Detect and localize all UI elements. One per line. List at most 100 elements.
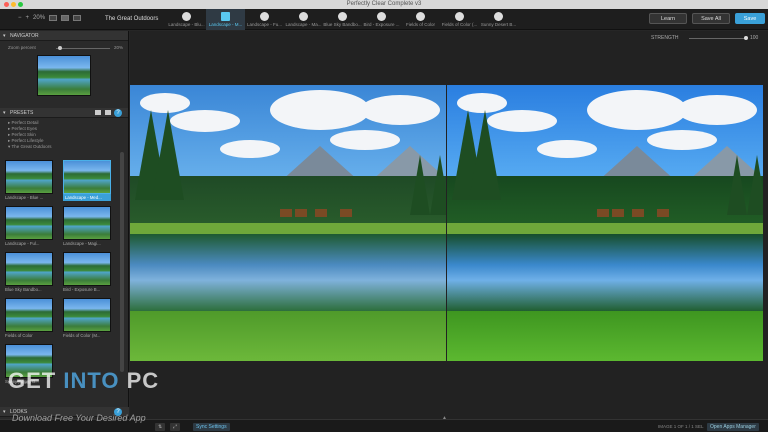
preset-folder-item[interactable]: ▾ The Great Outdoors [0,144,128,150]
presets-scrollbar[interactable] [120,152,124,372]
close-window-button[interactable] [4,2,9,7]
preset-thumbnail[interactable]: Landscape - Ful... [5,206,53,247]
preset-thumbnail[interactable]: Landscape - Magi... [63,206,111,247]
presets-title: PRESETS [10,110,34,116]
landscape-icon [260,12,269,21]
preset-strip: Landscape - Blu... Landscape - M... Landsc… [167,9,640,30]
chat-icon [338,12,347,21]
save-button[interactable]: Save [735,13,765,24]
minimize-window-button[interactable] [11,2,16,7]
strength-value: 100 [750,35,759,41]
image-count: IMAGE 1 OF 1 / 1 SEL [658,424,704,429]
preset-tab-label: Blue Sky Bandbo... [323,22,362,27]
presets-header[interactable]: PRESETS ? [0,108,128,118]
single-view-button[interactable] [49,15,58,21]
zoom-percent-value: 20% [114,45,124,50]
help-icon[interactable]: ? [114,109,122,117]
preset-thumbnail-image [5,160,53,194]
watermark-tagline: Download Free Your Desired App [12,413,146,423]
navigator-thumbnail[interactable] [37,55,91,96]
pine-tree [727,155,747,215]
zoom-slider-knob[interactable] [58,46,62,50]
sync-settings-button[interactable]: Sync Settings [193,423,230,431]
city-icon [416,12,425,21]
before-image[interactable] [130,85,446,361]
leaf-icon [377,12,386,21]
grass [130,311,446,361]
zoom-percent-label: Zoom percent [8,45,36,50]
share-icon[interactable]: ⤢ [170,423,181,431]
sync-icon[interactable]: ⇅ [155,423,166,431]
preset-tab-3[interactable]: Landscape - Ma... [284,9,323,30]
cloud [677,95,757,125]
tree-item-label: Perfect Detail [11,120,39,125]
preset-tab-7[interactable]: Fields of Color (... [440,9,479,30]
save-all-button[interactable]: Save All [692,13,730,24]
preset-tab-label: Landscape - Ma... [285,22,322,27]
folder-title: The Great Outdoors [105,16,159,22]
preset-thumbnail[interactable]: Bird - Exposure B... [63,252,111,293]
preset-tab-label: Landscape - Blu... [168,22,205,27]
learn-button[interactable]: Learn [649,13,687,24]
preset-tab-6[interactable]: Fields of Color [401,9,440,30]
preset-thumbnail[interactable]: Landscape - Med... [63,160,111,201]
navigator-header[interactable]: NAVIGATOR [0,31,128,41]
cabin [280,209,292,218]
cloud [537,140,597,158]
preset-thumbnail-label: Landscape - Med... [63,194,111,201]
side-by-side-view-button[interactable] [73,15,82,21]
cloud [587,90,687,130]
preset-thumbnail-label: Fields of Color [5,333,33,338]
strength-label: STRENGTH [651,35,679,41]
list-view-icon[interactable] [105,110,111,115]
preset-thumbnail-image [63,252,111,286]
preset-tab-label: Fields of Color (... [441,22,478,27]
window-titlebar: Perfectly Clear Complete v3 [0,0,768,9]
strength-slider[interactable] [689,38,746,39]
open-apps-manager-button[interactable]: Open Apps Manager [707,423,759,431]
zoom-value: 20% [33,15,46,21]
preset-tab-1[interactable]: Landscape - M... [206,9,245,30]
preset-tab-label: Bird - Exposure ... [363,22,400,27]
watermark-logo: GET INTO PC [8,368,159,394]
tree-item-label: Perfect Skin [11,132,36,137]
cloud [360,95,440,125]
strength-slider-knob[interactable] [744,36,748,40]
preset-tab-8[interactable]: Sunny Desert B... [479,9,518,30]
pine-tree [430,155,446,215]
cabin [315,209,327,218]
preset-thumbnail[interactable]: Fields of Color [5,298,53,339]
preset-thumbnail[interactable]: Fields of Color (M... [63,298,111,339]
preset-thumbnail-image [63,206,111,240]
folder-icon[interactable] [95,110,101,115]
maximize-window-button[interactable] [18,2,23,7]
preset-tab-0[interactable]: Landscape - Blu... [167,9,206,30]
cabin [612,209,624,218]
pine-tree [747,155,763,215]
cloud [220,140,280,158]
tree-item-label: The Great Outdoors [11,144,52,149]
preset-tab-4[interactable]: Blue Sky Bandbo... [323,9,362,30]
pine-tree [152,110,184,200]
after-image[interactable] [447,85,763,361]
preset-tree: ▸ Perfect Detail ▸ Perfect Eyes ▸ Perfect … [0,118,128,150]
preset-thumbnail-image [5,252,53,286]
preset-thumbnail-label: Fields of Color (M... [63,333,101,338]
preset-tab-label: Sunny Desert B... [480,22,517,27]
zoom-control: − + 20% [18,15,82,21]
preset-thumbnail[interactable]: Blue Sky Bandbo... [5,252,53,293]
preset-thumbnail[interactable]: Landscape - Blue ... [5,160,53,201]
zoom-out-icon[interactable]: − [18,15,22,21]
preset-tab-2[interactable]: Landscape - Fu... [245,9,284,30]
pine-tree [410,155,430,215]
sun-icon [494,12,503,21]
zoom-slider[interactable] [56,48,110,49]
preset-thumbnail-image [5,206,53,240]
city-icon [455,12,464,21]
tree-item-label: Perfect Eyes [11,126,38,131]
preset-thumbnail-label: Landscape - Magi... [63,241,101,246]
zoom-in-icon[interactable]: + [26,15,30,21]
preset-tab-5[interactable]: Bird - Exposure ... [362,9,401,30]
split-view-button[interactable] [61,15,70,21]
preset-tab-label: Landscape - M... [208,22,243,27]
